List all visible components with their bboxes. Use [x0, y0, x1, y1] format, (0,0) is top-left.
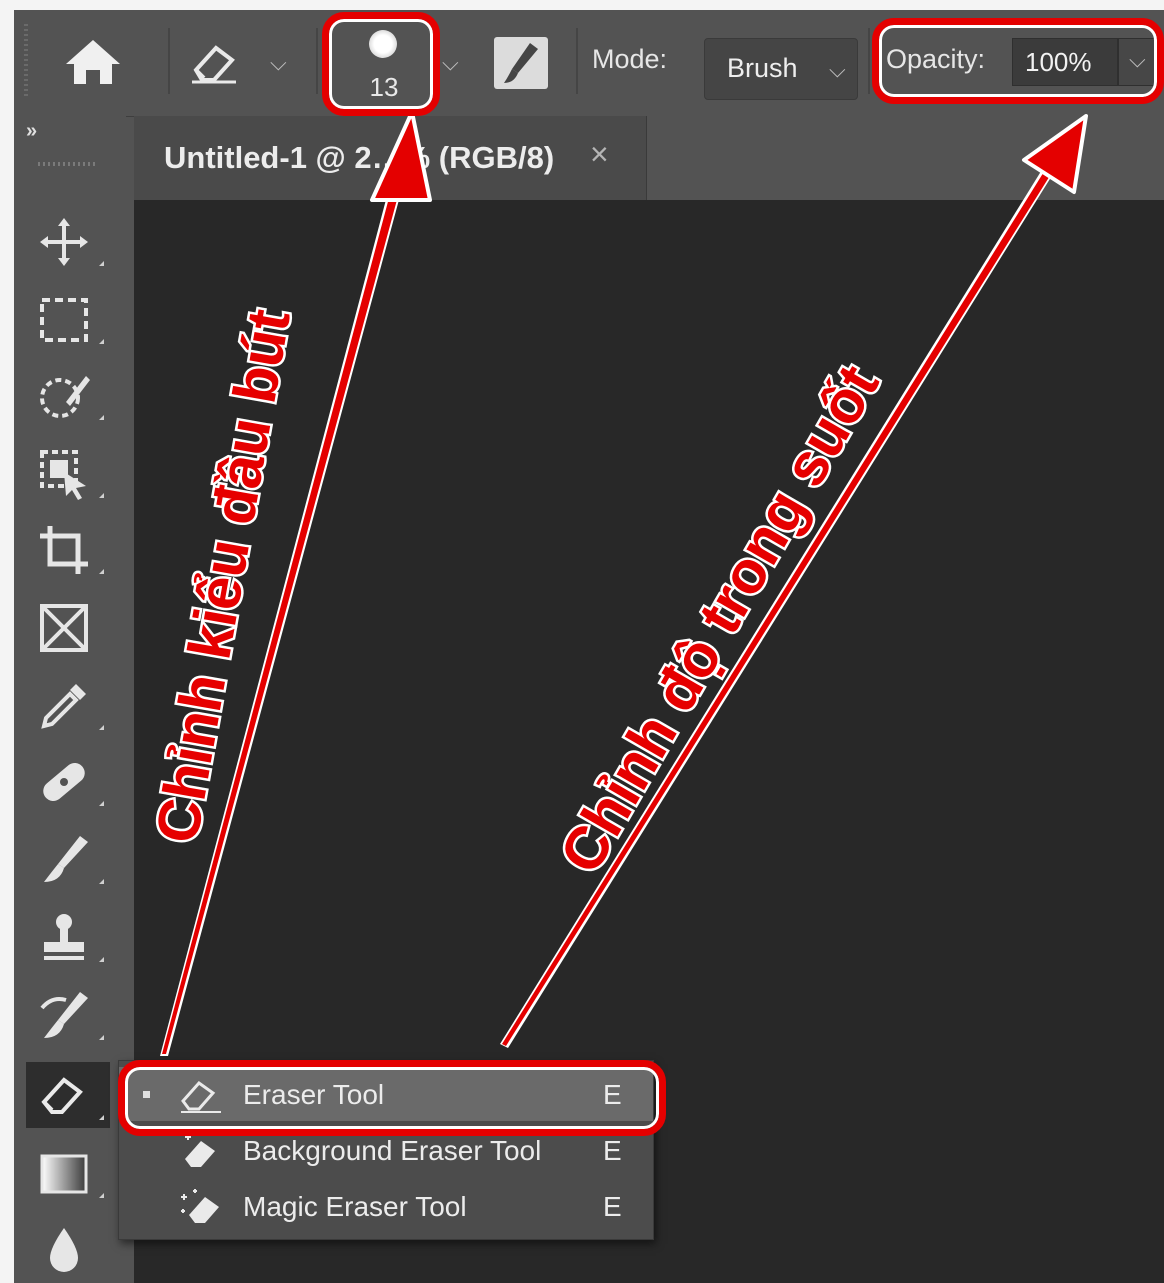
arrow-to-opacity: [500, 114, 1088, 1048]
highlight-brush-preset: [322, 12, 440, 116]
highlight-eraser-tool: [118, 1060, 666, 1136]
highlight-opacity: [872, 18, 1164, 104]
